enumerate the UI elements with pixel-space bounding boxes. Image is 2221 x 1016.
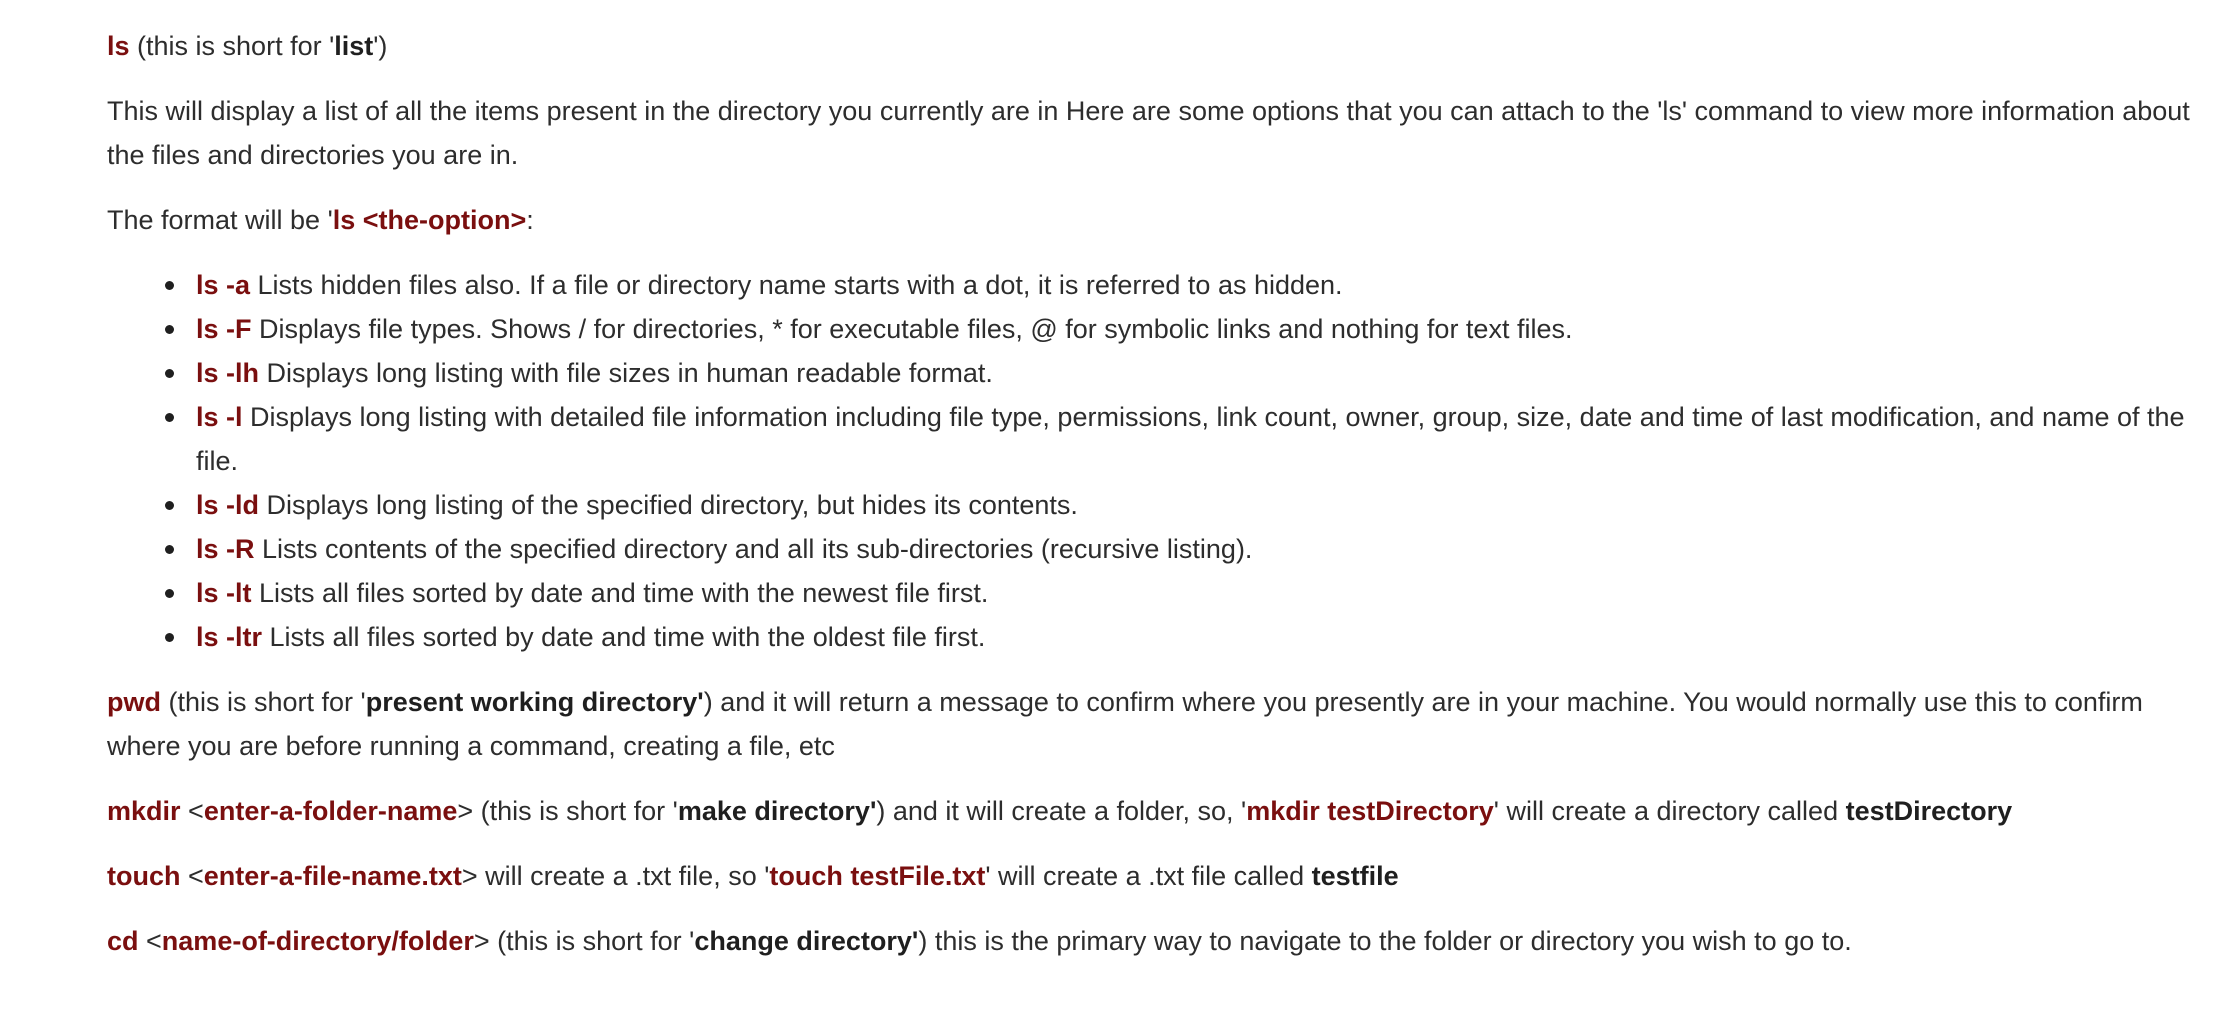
list-item: ls -ltr Lists all files sorted by date a… [165, 615, 2197, 659]
touch-text-1: < [180, 861, 204, 891]
option-text: Lists all files sorted by date and time … [262, 622, 986, 652]
format-prefix: The format will be ' [107, 205, 333, 235]
option-flag: ls -R [196, 534, 255, 564]
option-flag: ls -ld [196, 490, 260, 520]
format-suffix: : [526, 205, 534, 235]
list-item: ls -ld Displays long listing of the spec… [165, 483, 2197, 527]
mkdir-text-1: < [180, 796, 204, 826]
bullet-icon [165, 281, 174, 290]
list-item: ls -l Displays long listing with detaile… [165, 395, 2197, 483]
cd-text-1: < [138, 926, 162, 956]
list-item: ls -lt Lists all files sorted by date an… [165, 571, 2197, 615]
mkdir-text-3: ) and it will create a folder, so, ' [876, 796, 1247, 826]
bullet-icon [165, 369, 174, 378]
cd-paragraph: cd <name-of-directory/folder> (this is s… [107, 919, 2197, 963]
ls-paren-open: (this is short for ' [129, 31, 335, 61]
mkdir-result: testDirectory [1845, 796, 2013, 826]
touch-paragraph: touch <enter-a-file-name.txt> will creat… [107, 854, 2197, 898]
touch-text-2: > will create a .txt file, so ' [461, 861, 770, 891]
option-text: Lists all files sorted by date and time … [251, 578, 989, 608]
option-flag: ls -F [196, 314, 252, 344]
bullet-icon [165, 633, 174, 642]
option-flag: ls -lh [196, 358, 260, 388]
ls-term: list [334, 31, 374, 61]
bullet-icon [165, 545, 174, 554]
mkdir-term: make directory' [677, 796, 877, 826]
touch-text-3: ' will create a .txt file called [985, 861, 1312, 891]
ls-paren-close: ') [373, 31, 388, 61]
ls-options-list: ls -a Lists hidden files also. If a file… [107, 263, 2197, 659]
option-text: Displays long listing with detailed file… [196, 402, 2185, 476]
bullet-icon [165, 325, 174, 334]
touch-example: touch testFile.txt [769, 861, 986, 891]
option-flag: ls -a [196, 270, 251, 300]
touch-result: testfile [1311, 861, 1399, 891]
cd-text-3: ) this is the primary way to navigate to… [918, 926, 1852, 956]
option-flag: ls -l [196, 402, 243, 432]
mkdir-command: mkdir [107, 796, 181, 826]
pwd-text-1: (this is short for ' [161, 687, 366, 717]
option-flag: ls -ltr [196, 622, 263, 652]
mkdir-example: mkdir testDirectory [1246, 796, 1494, 826]
mkdir-paragraph: mkdir <enter-a-folder-name> (this is sho… [107, 789, 2197, 833]
ls-command: ls [107, 31, 130, 61]
bullet-icon [165, 589, 174, 598]
option-text: Displays long listing with file sizes in… [259, 358, 993, 388]
cd-command: cd [107, 926, 139, 956]
option-text: Displays file types. Shows / for directo… [251, 314, 1573, 344]
format-command: ls <the-option> [332, 205, 527, 235]
cd-arg: name-of-directory/folder [161, 926, 474, 956]
format-line: The format will be 'ls <the-option>: [107, 198, 2197, 242]
mkdir-text-2: > (this is short for ' [457, 796, 678, 826]
option-text: Lists hidden files also. If a file or di… [250, 270, 1343, 300]
list-item: ls -R Lists contents of the specified di… [165, 527, 2197, 571]
cd-text-2: > (this is short for ' [473, 926, 695, 956]
touch-arg: enter-a-file-name.txt [203, 861, 462, 891]
pwd-term: present working directory' [365, 687, 704, 717]
touch-command: touch [107, 861, 181, 891]
bullet-icon [165, 413, 174, 422]
cd-term: change directory' [694, 926, 919, 956]
option-text: Lists contents of the specified director… [254, 534, 1253, 564]
pwd-paragraph: pwd (this is short for 'present working … [107, 680, 2197, 768]
bullet-icon [165, 501, 174, 510]
list-item: ls -a Lists hidden files also. If a file… [165, 263, 2197, 307]
list-item: ls -lh Displays long listing with file s… [165, 351, 2197, 395]
mkdir-arg: enter-a-folder-name [203, 796, 458, 826]
pwd-command: pwd [107, 687, 161, 717]
option-flag: ls -lt [196, 578, 252, 608]
document-body: ls (this is short for 'list') This will … [107, 24, 2197, 984]
list-item: ls -F Displays file types. Shows / for d… [165, 307, 2197, 351]
ls-heading: ls (this is short for 'list') [107, 24, 2197, 68]
mkdir-text-4: ' will create a directory called [1493, 796, 1846, 826]
option-text: Displays long listing of the specified d… [259, 490, 1078, 520]
ls-description: This will display a list of all the item… [107, 96, 2190, 170]
